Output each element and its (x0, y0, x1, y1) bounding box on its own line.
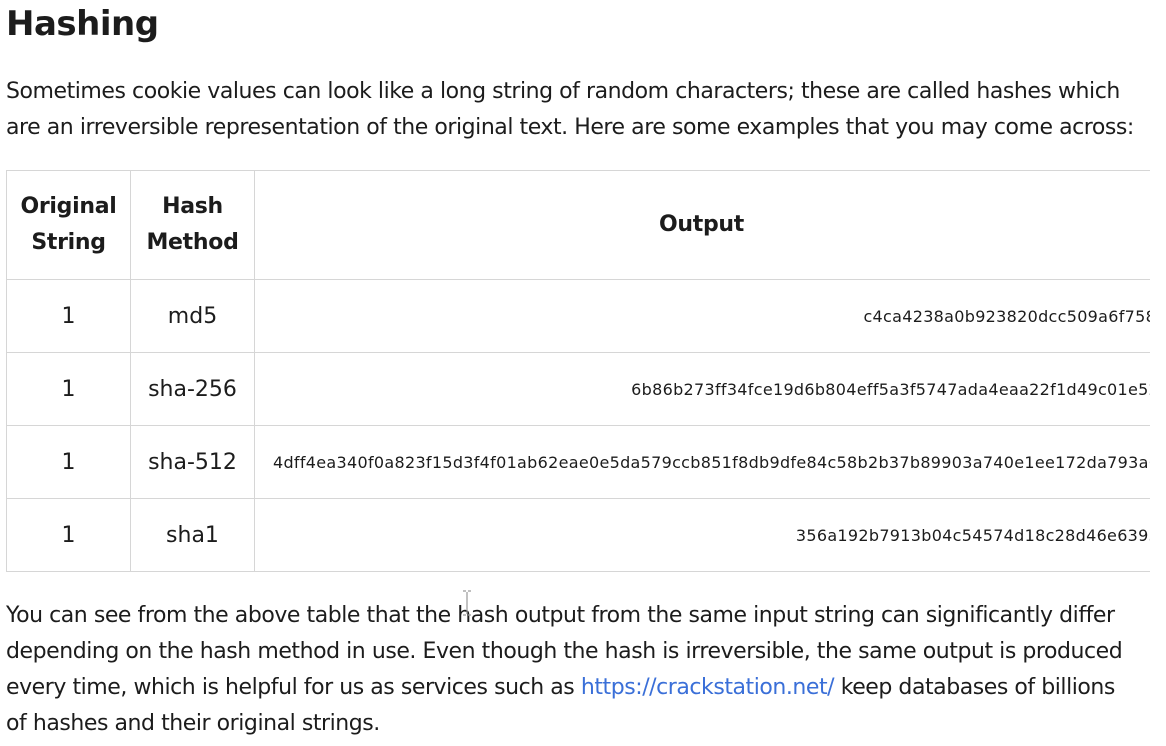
hash-output: c4ca4238a0b923820dcc509a6f75849b (863, 306, 1150, 326)
table-row: 1 sha-512 4dff4ea340f0a823f15d3f4f01ab62… (6, 425, 1150, 499)
table-row: 1 sha1 356a192b7913b04c54574d18c28d46e63… (6, 498, 1150, 572)
section-heading: Hashing (6, 4, 159, 44)
column-header-output: Output (254, 170, 1150, 280)
intro-paragraph: Sometimes cookie values can look like a … (6, 74, 1166, 146)
intro-line-1: Sometimes cookie values can look like a … (6, 79, 1120, 104)
cell-original: 1 (6, 425, 131, 499)
outro-paragraph: You can see from the above table that th… (6, 598, 1166, 742)
outro-line-4: of hashes and their original strings. (6, 711, 380, 736)
outro-line-3-end: keep databases of billions (834, 675, 1116, 700)
outro-line-2: depending on the hash method in use. Eve… (6, 639, 1123, 664)
cell-output: 6b86b273ff34fce19d6b804eff5a3f5747ada4ea… (254, 352, 1150, 426)
hash-examples-table: Original String Hash Method Output 1 md5 (6, 170, 1150, 572)
cell-method: sha-256 (130, 352, 255, 426)
cell-output: c4ca4238a0b923820dcc509a6f75849b (254, 279, 1150, 353)
cell-original: 1 (6, 352, 131, 426)
column-header-hash-method: Hash Method (130, 170, 255, 280)
text-cursor-icon (463, 590, 471, 616)
cell-original: 1 (6, 498, 131, 572)
hash-table-container[interactable]: Original String Hash Method Output 1 md5 (6, 170, 1150, 576)
table-row: 1 sha-256 6b86b273ff34fce19d6b804eff5a3f… (6, 352, 1150, 426)
outro-line-1: You can see from the above table that th… (6, 603, 1115, 628)
hash-output: 356a192b7913b04c54574d18c28d46e6395428ab (795, 525, 1150, 545)
cell-output: 4dff4ea340f0a823f15d3f4f01ab62eae0e5da57… (254, 425, 1150, 499)
hash-output: 4dff4ea340f0a823f15d3f4f01ab62eae0e5da57… (273, 452, 1150, 472)
cell-original: 1 (6, 279, 131, 353)
table-row: 1 md5 c4ca4238a0b923820dcc509a6f75849b (6, 279, 1150, 353)
cell-output: 356a192b7913b04c54574d18c28d46e6395428ab (254, 498, 1150, 572)
crackstation-link[interactable]: https://crackstation.net/ (581, 675, 835, 700)
intro-line-2: are an irreversible representation of th… (6, 115, 1134, 140)
cell-method: sha-512 (130, 425, 255, 499)
outro-line-3-start: every time, which is helpful for us as s… (6, 675, 581, 700)
cell-method: sha1 (130, 498, 255, 572)
column-header-original-string: Original String (6, 170, 131, 280)
cell-method: md5 (130, 279, 255, 353)
hash-output: 6b86b273ff34fce19d6b804eff5a3f5747ada4ea… (631, 379, 1150, 399)
table-header-row: Original String Hash Method Output (6, 170, 1150, 280)
